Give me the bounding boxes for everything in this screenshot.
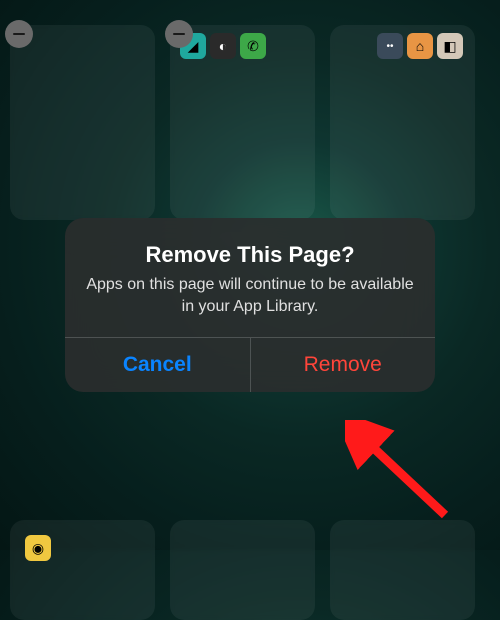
remove-button[interactable]: Remove bbox=[251, 338, 436, 392]
dialog-content: Remove This Page? Apps on this page will… bbox=[65, 218, 435, 337]
modal-overlay: Remove This Page? Apps on this page will… bbox=[0, 0, 500, 550]
dialog-message: Apps on this page will continue to be av… bbox=[85, 274, 415, 317]
cancel-button[interactable]: Cancel bbox=[65, 338, 251, 392]
confirmation-dialog: Remove This Page? Apps on this page will… bbox=[65, 218, 435, 392]
dialog-button-row: Cancel Remove bbox=[65, 337, 435, 392]
dialog-title: Remove This Page? bbox=[85, 242, 415, 268]
